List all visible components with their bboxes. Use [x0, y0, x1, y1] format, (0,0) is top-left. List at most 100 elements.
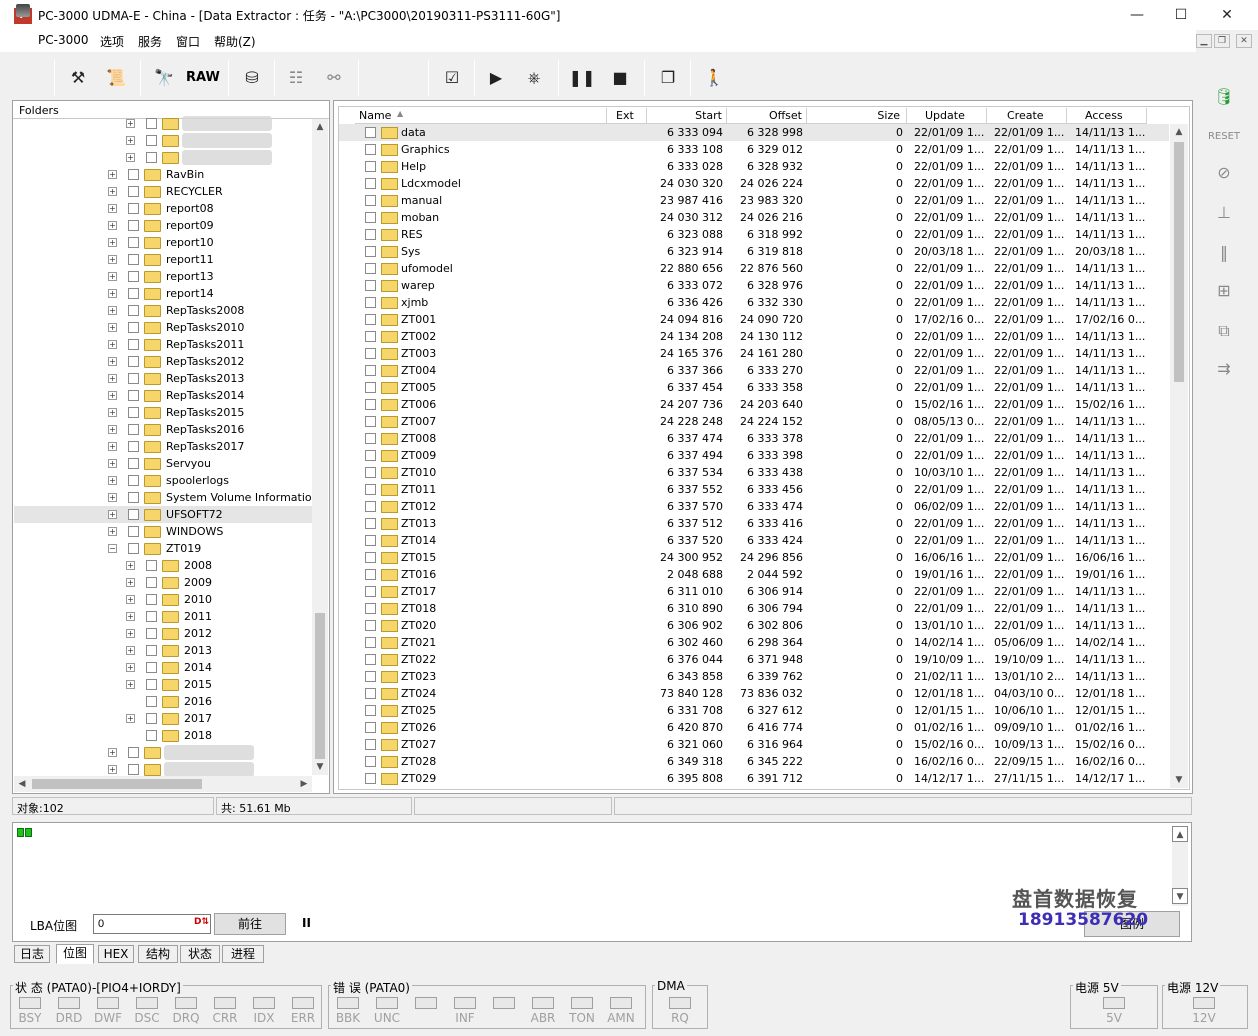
expand-icon[interactable]: + — [108, 476, 117, 485]
file-checkbox[interactable] — [365, 348, 376, 359]
folder-checkbox[interactable] — [128, 424, 139, 435]
file-row[interactable]: ZT012 6 337 570 6 333 474 0 06/02/09 1... 22/… — [339, 498, 1169, 515]
folder-tree-item[interactable]: + System Volume Information — [14, 489, 314, 506]
scroll-thumb[interactable] — [315, 613, 325, 759]
folder-checkbox[interactable] — [146, 730, 157, 741]
expand-icon[interactable]: + — [108, 391, 117, 400]
folder-tree-item[interactable]: + report11 — [14, 251, 312, 268]
folder-tree-item[interactable]: + spoolerlogs — [14, 472, 312, 489]
script-icon[interactable]: 📜 — [100, 62, 132, 94]
tab-structure[interactable]: 结构 — [138, 945, 178, 963]
copy-close-icon[interactable]: ⧉ — [1206, 314, 1242, 348]
folder-tree-item[interactable]: + RepTasks2010 — [14, 319, 312, 336]
file-row[interactable]: Help 6 333 028 6 328 932 0 22/01/09 1... 22/0… — [339, 158, 1169, 175]
folder-tree-item[interactable]: + Servyou — [14, 455, 312, 472]
folder-checkbox[interactable] — [128, 288, 139, 299]
file-checkbox[interactable] — [365, 144, 376, 155]
file-row[interactable]: Graphics 6 333 108 6 329 012 0 22/01/09 1...… — [339, 141, 1169, 158]
expand-icon[interactable]: + — [108, 272, 117, 281]
folder-tree-item[interactable]: + WINDOWS — [14, 523, 312, 540]
file-row[interactable]: ZT004 6 337 366 6 333 270 0 22/01/09 1... 22/… — [339, 362, 1169, 379]
tab-process[interactable]: 进程 — [222, 945, 264, 963]
folder-checkbox[interactable] — [146, 628, 157, 639]
hscroll-thumb[interactable] — [32, 779, 202, 789]
file-row[interactable]: Ldcxmodel 24 030 320 24 026 224 0 22/01/09 1… — [339, 175, 1169, 192]
file-row[interactable]: ZT005 6 337 454 6 333 358 0 22/01/09 1... 22/… — [339, 379, 1169, 396]
file-row[interactable]: ZT024 73 840 128 73 836 032 0 12/01/18 1... 0… — [339, 685, 1169, 702]
file-row[interactable]: data 6 333 094 6 328 998 0 22/01/09 1... 22/0… — [339, 124, 1169, 141]
file-checkbox[interactable] — [365, 382, 376, 393]
scroll-down-arrow[interactable]: ▼ — [1172, 888, 1188, 904]
file-checkbox[interactable] — [365, 212, 376, 223]
folder-checkbox[interactable] — [128, 203, 139, 214]
file-row[interactable]: ZT009 6 337 494 6 333 398 0 22/01/09 1... 22/… — [339, 447, 1169, 464]
folder-checkbox[interactable] — [146, 118, 157, 129]
expand-icon[interactable]: + — [108, 765, 117, 774]
file-row[interactable]: manual 23 987 416 23 983 320 0 22/01/09 1...… — [339, 192, 1169, 209]
expand-icon[interactable]: + — [126, 646, 135, 655]
folder-checkbox[interactable] — [128, 492, 139, 503]
file-checkbox[interactable] — [365, 654, 376, 665]
folder-checkbox[interactable] — [128, 390, 139, 401]
folder-checkbox[interactable] — [128, 747, 139, 758]
mdi-minimize-button[interactable]: ▁ — [1196, 34, 1212, 48]
expand-icon[interactable]: + — [108, 323, 117, 332]
tree-structure-icon[interactable]: ☷ — [280, 62, 312, 94]
minimize-button[interactable]: — — [1114, 4, 1160, 26]
folder-tree-item[interactable]: + RepTasks2016 — [14, 421, 312, 438]
structure-icon[interactable]: ⊞ — [1206, 274, 1242, 308]
file-row[interactable]: ufomodel 22 880 656 22 876 560 0 22/01/09 1.… — [339, 260, 1169, 277]
file-checkbox[interactable] — [365, 314, 376, 325]
folder-checkbox[interactable] — [128, 764, 139, 775]
scroll-down-arrow[interactable]: ▼ — [1171, 772, 1187, 788]
tab-log[interactable]: 日志 — [14, 945, 50, 963]
expand-icon[interactable]: + — [126, 680, 135, 689]
file-checkbox[interactable] — [365, 161, 376, 172]
goto-button[interactable]: 前往 — [214, 913, 286, 935]
file-row[interactable]: ZT029 6 395 808 6 391 712 0 14/12/17 1... 27/… — [339, 770, 1169, 787]
folder-checkbox[interactable] — [128, 475, 139, 486]
pause-icon[interactable]: ❚❚ — [566, 62, 598, 94]
menu-window[interactable]: 窗口 — [176, 33, 200, 50]
task-check-icon[interactable]: ☑ — [436, 62, 468, 94]
file-checkbox[interactable] — [365, 433, 376, 444]
folder-tree-item[interactable]: + — [14, 761, 312, 776]
file-row[interactable]: moban 24 030 312 24 026 216 0 22/01/09 1... 2… — [339, 209, 1169, 226]
stop-icon[interactable]: ■ — [604, 62, 636, 94]
file-checkbox[interactable] — [365, 229, 376, 240]
folder-tree-item[interactable]: +2013 — [14, 642, 312, 659]
expand-icon[interactable]: + — [108, 459, 117, 468]
folder-checkbox[interactable] — [128, 543, 139, 554]
column-offset[interactable]: Offset — [727, 108, 807, 124]
folder-tree-item[interactable]: + report10 — [14, 234, 312, 251]
folder-tree-item[interactable]: +2017 — [14, 710, 312, 727]
tab-status[interactable]: 状态 — [180, 945, 220, 963]
folder-tree-item[interactable]: 2016 — [14, 693, 312, 710]
folder-checkbox[interactable] — [128, 271, 139, 282]
file-row[interactable]: ZT007 24 228 248 24 224 152 0 08/05/13 0... 2… — [339, 413, 1169, 430]
folder-checkbox[interactable] — [128, 458, 139, 469]
file-row[interactable]: ZT010 6 337 534 6 333 438 0 10/03/10 1... 22/… — [339, 464, 1169, 481]
folder-tree-item[interactable]: + — [14, 132, 312, 149]
file-row[interactable]: ZT006 24 207 736 24 203 640 0 15/02/16 1... 2… — [339, 396, 1169, 413]
folder-checkbox[interactable] — [146, 696, 157, 707]
expand-icon[interactable]: + — [126, 629, 135, 638]
file-checkbox[interactable] — [365, 416, 376, 427]
tree-expand-icon[interactable]: ⚯ — [318, 62, 350, 94]
folder-checkbox[interactable] — [146, 135, 157, 146]
file-row[interactable]: warep 6 333 072 6 328 976 0 22/01/09 1... 22/… — [339, 277, 1169, 294]
file-row[interactable]: xjmb 6 336 426 6 332 330 0 22/01/09 1... 22/0… — [339, 294, 1169, 311]
file-row[interactable]: ZT026 6 420 870 6 416 774 0 01/02/16 1... 09/… — [339, 719, 1169, 736]
file-checkbox[interactable] — [365, 178, 376, 189]
column-size[interactable]: Size — [807, 108, 907, 124]
folder-tree-item[interactable]: + RepTasks2013 — [14, 370, 312, 387]
folder-tree-item[interactable]: − ZT019 — [14, 540, 312, 557]
folder-checkbox[interactable] — [128, 237, 139, 248]
file-checkbox[interactable] — [365, 518, 376, 529]
folder-tree-item[interactable]: + RepTasks2008 — [14, 302, 312, 319]
folder-checkbox[interactable] — [146, 611, 157, 622]
file-checkbox[interactable] — [365, 739, 376, 750]
scroll-left-arrow[interactable]: ◀ — [14, 776, 30, 792]
play-icon[interactable]: ▶ — [480, 62, 512, 94]
file-row[interactable]: ZT025 6 331 708 6 327 612 0 12/01/15 1... 10/… — [339, 702, 1169, 719]
